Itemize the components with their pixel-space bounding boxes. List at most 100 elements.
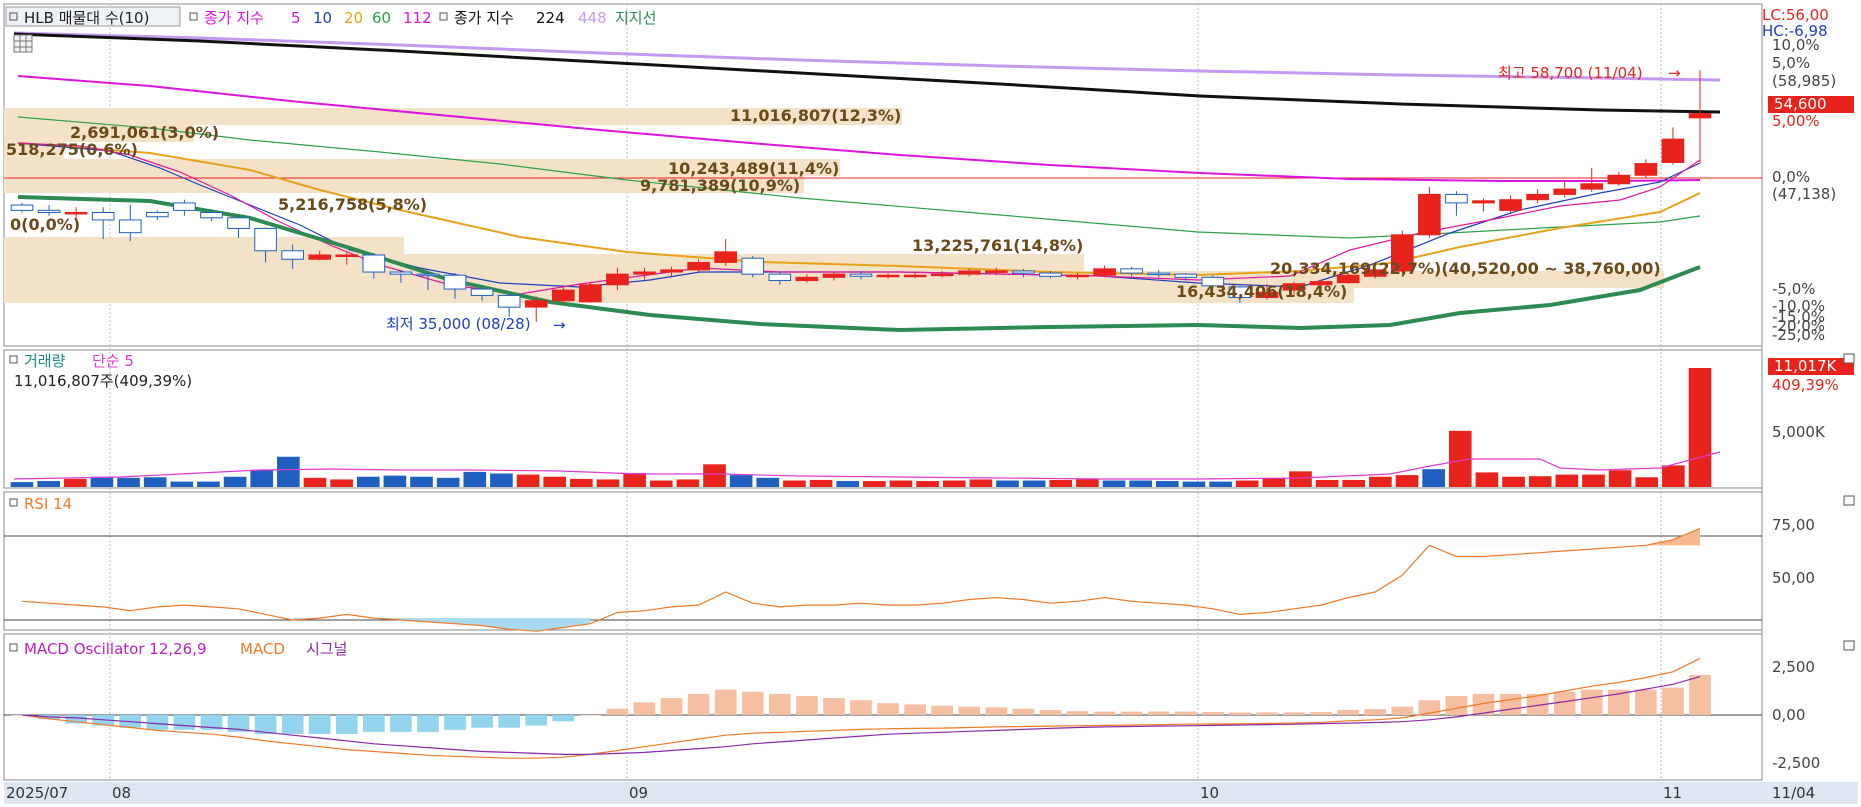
volume-bar[interactable] <box>623 472 646 487</box>
volume-bar[interactable] <box>410 476 433 487</box>
volume-bar[interactable] <box>1369 476 1392 487</box>
volume-bar[interactable] <box>676 479 700 487</box>
volume-bar[interactable] <box>570 478 593 487</box>
volume-bar[interactable] <box>1662 465 1685 487</box>
candle-body[interactable] <box>1472 200 1495 204</box>
candle-body[interactable] <box>335 254 359 258</box>
volume-bar[interactable] <box>969 479 993 487</box>
candle-body[interactable] <box>1120 268 1143 274</box>
volume-bar[interactable] <box>783 480 806 487</box>
candle-body[interactable] <box>687 261 710 271</box>
candle-body[interactable] <box>281 250 304 260</box>
candle-body[interactable] <box>1553 188 1577 195</box>
candle-body[interactable] <box>579 284 602 303</box>
volume-bar[interactable] <box>330 479 353 487</box>
rsi-close-icon[interactable] <box>1843 495 1855 506</box>
grid-table-icon[interactable] <box>13 34 33 53</box>
candle-body[interactable] <box>849 273 873 277</box>
volume-bar[interactable] <box>463 471 487 487</box>
candle-body[interactable] <box>1039 272 1062 277</box>
candle-body[interactable] <box>1174 273 1198 278</box>
volume-bar[interactable] <box>1235 480 1259 487</box>
volume-bar[interactable] <box>63 478 87 487</box>
candle-body[interactable] <box>606 273 629 286</box>
volume-bar[interactable] <box>1262 478 1286 487</box>
candle-body[interactable] <box>984 270 1008 273</box>
volume-bar[interactable] <box>1182 481 1206 487</box>
candle-body[interactable] <box>930 273 954 277</box>
volume-bar[interactable] <box>1022 480 1046 487</box>
volume-bar[interactable] <box>223 476 247 487</box>
volume-bar[interactable] <box>1342 479 1366 487</box>
volume-bar[interactable] <box>729 475 753 487</box>
candle-body[interactable] <box>200 211 223 219</box>
volume-bar[interactable] <box>1422 469 1445 487</box>
volume-bar[interactable] <box>143 477 167 487</box>
volume-bar[interactable] <box>490 473 513 487</box>
chart-canvas[interactable]: HLB 매물대 수(10) 종가 지수 5 10 20 60 112 종가 지수… <box>0 0 1861 807</box>
candle-body[interactable] <box>64 211 88 215</box>
volume-bar[interactable] <box>1155 481 1179 487</box>
volume-bar[interactable] <box>1555 474 1579 487</box>
candle-body[interactable] <box>1147 272 1171 276</box>
candle-body[interactable] <box>1093 268 1116 276</box>
candle-body[interactable] <box>470 288 494 296</box>
volume-bar[interactable] <box>1289 471 1312 487</box>
volume-bar[interactable] <box>117 477 140 487</box>
volume-bar[interactable] <box>303 477 327 487</box>
candle-body[interactable] <box>768 273 792 282</box>
candle-body[interactable] <box>1607 174 1631 185</box>
candle-body[interactable] <box>173 202 196 211</box>
volume-bar[interactable] <box>1129 480 1152 487</box>
candle-body[interactable] <box>308 254 332 260</box>
candle-body[interactable] <box>876 274 900 278</box>
volume-bar[interactable] <box>90 476 114 487</box>
volume-bar[interactable] <box>1102 480 1126 487</box>
candle-body[interactable] <box>1445 193 1468 204</box>
candle-body[interactable] <box>118 219 142 234</box>
volume-bar[interactable] <box>1049 479 1073 487</box>
volume-bar[interactable] <box>596 479 620 487</box>
candle-body[interactable] <box>254 227 277 252</box>
candle-body[interactable] <box>497 294 521 308</box>
volume-bar[interactable] <box>809 479 833 487</box>
candle-body[interactable] <box>145 211 169 218</box>
candle-body[interactable] <box>1418 193 1441 236</box>
candle-body[interactable] <box>1012 270 1035 274</box>
volume-bar[interactable] <box>516 474 540 487</box>
volume-bar[interactable] <box>250 469 274 487</box>
candle-body[interactable] <box>1066 274 1089 278</box>
volume-bar[interactable] <box>862 481 886 487</box>
volume-bar[interactable] <box>1502 476 1525 487</box>
volume-bar[interactable] <box>197 481 220 487</box>
candle-body[interactable] <box>551 289 575 302</box>
candle-body[interactable] <box>1634 163 1658 176</box>
candle-body[interactable] <box>660 269 683 273</box>
volume-bar[interactable] <box>649 480 673 487</box>
volume-bar[interactable] <box>756 477 780 487</box>
candle-body[interactable] <box>1499 199 1522 211</box>
candle-body[interactable] <box>37 209 61 213</box>
volume-bar[interactable] <box>942 480 966 487</box>
candle-body[interactable] <box>10 204 34 211</box>
candle-body[interactable] <box>416 273 440 277</box>
volume-bar[interactable] <box>1209 481 1232 487</box>
volume-bar[interactable] <box>1582 474 1605 487</box>
candle-body[interactable] <box>1661 138 1685 164</box>
volume-bar[interactable] <box>277 456 300 487</box>
candle-body[interactable] <box>443 274 467 290</box>
candle-body[interactable] <box>1688 113 1712 119</box>
candle-body[interactable] <box>903 274 927 278</box>
volume-bar[interactable] <box>37 481 60 487</box>
volume-bar[interactable] <box>1528 476 1552 487</box>
volume-bar[interactable] <box>1635 477 1659 487</box>
volume-bar[interactable] <box>996 480 1019 487</box>
volume-bar[interactable] <box>543 476 567 487</box>
volume-bar[interactable] <box>383 475 407 487</box>
candle-body[interactable] <box>1580 183 1604 190</box>
volume-bar[interactable] <box>1608 470 1632 487</box>
candle-body[interactable] <box>362 254 386 273</box>
volume-bar[interactable] <box>916 481 939 487</box>
candle-body[interactable] <box>714 251 738 263</box>
volume-bar[interactable] <box>1315 479 1339 487</box>
